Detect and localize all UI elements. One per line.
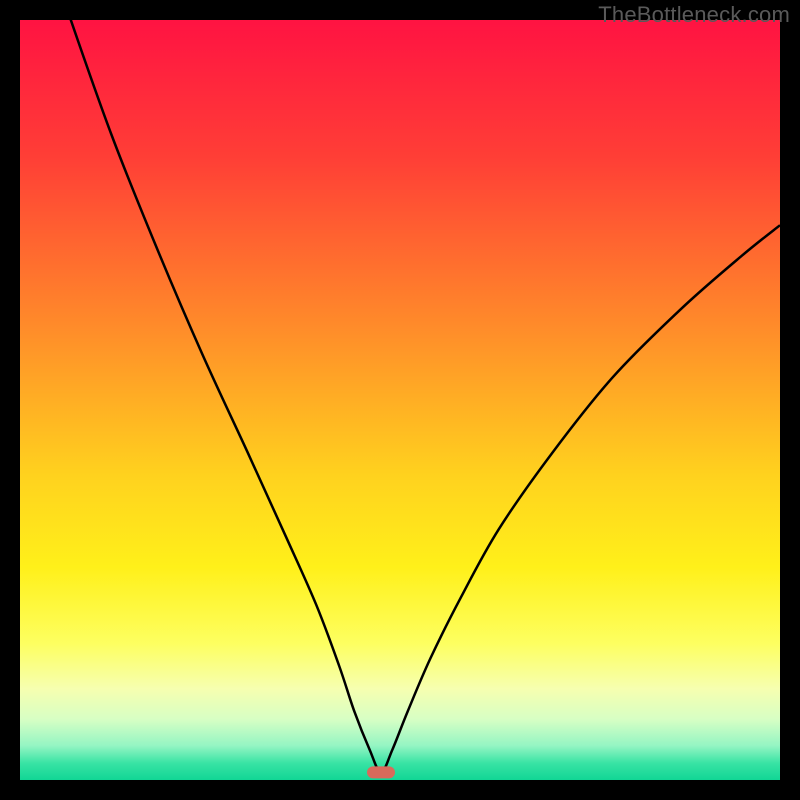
watermark-text: TheBottleneck.com [598, 2, 790, 28]
plot-area [20, 20, 780, 780]
chart-svg [20, 20, 780, 780]
chart-frame: TheBottleneck.com [0, 0, 800, 800]
gradient-background [20, 20, 780, 780]
optimal-marker [367, 766, 395, 778]
